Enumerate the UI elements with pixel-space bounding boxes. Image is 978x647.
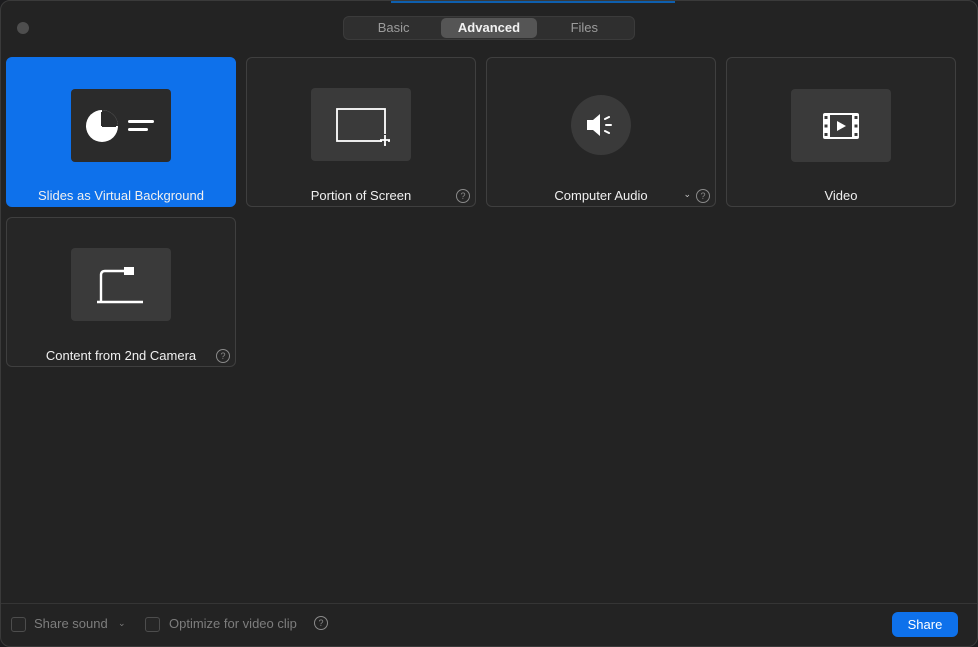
tile-slides-virtual-background[interactable]: Slides as Virtual Background — [6, 57, 236, 207]
help-icon[interactable]: ? — [314, 616, 328, 630]
tile-label: Content from 2nd Camera — [45, 348, 197, 363]
share-sound-checkbox[interactable] — [11, 617, 26, 632]
footer-bar: Share sound ⌄ Optimize for video clip ? … — [1, 603, 977, 646]
share-screen-window: Basic Advanced Files Slides as Virtual B… — [0, 0, 978, 647]
screen-portion-icon — [311, 88, 411, 161]
tab-advanced[interactable]: Advanced — [441, 18, 537, 38]
window-close-icon[interactable] — [17, 22, 29, 34]
help-icon[interactable]: ? — [696, 189, 710, 203]
help-icon[interactable]: ? — [456, 189, 470, 203]
optimize-video-checkbox[interactable] — [145, 617, 160, 632]
tile-label: Computer Audio — [554, 188, 648, 203]
tile-label: Portion of Screen — [310, 188, 412, 203]
slides-icon — [71, 89, 171, 162]
tile-label: Video — [824, 188, 858, 203]
help-icon[interactable]: ? — [216, 349, 230, 363]
share-tabs: Basic Advanced Files — [343, 16, 635, 40]
tile-portion-of-screen[interactable]: Portion of Screen ? — [246, 57, 476, 207]
top-accent-bar — [391, 1, 675, 3]
tile-computer-audio[interactable]: Computer Audio ⌄ ? — [486, 57, 716, 207]
tile-video[interactable]: Video — [726, 57, 956, 207]
document-camera-icon — [71, 248, 171, 321]
chevron-down-icon[interactable]: ⌄ — [683, 189, 691, 200]
film-icon — [791, 89, 891, 162]
tab-files[interactable]: Files — [537, 18, 632, 38]
speaker-icon — [571, 95, 631, 155]
tab-basic[interactable]: Basic — [346, 18, 441, 38]
tile-label: Slides as Virtual Background — [38, 188, 204, 203]
optimize-video-label: Optimize for video clip — [169, 616, 297, 631]
chevron-down-icon[interactable]: ⌄ — [118, 618, 126, 629]
tile-content-2nd-camera[interactable]: Content from 2nd Camera ? — [6, 217, 236, 367]
share-sound-label: Share sound — [34, 616, 108, 631]
share-button[interactable]: Share — [892, 612, 958, 637]
